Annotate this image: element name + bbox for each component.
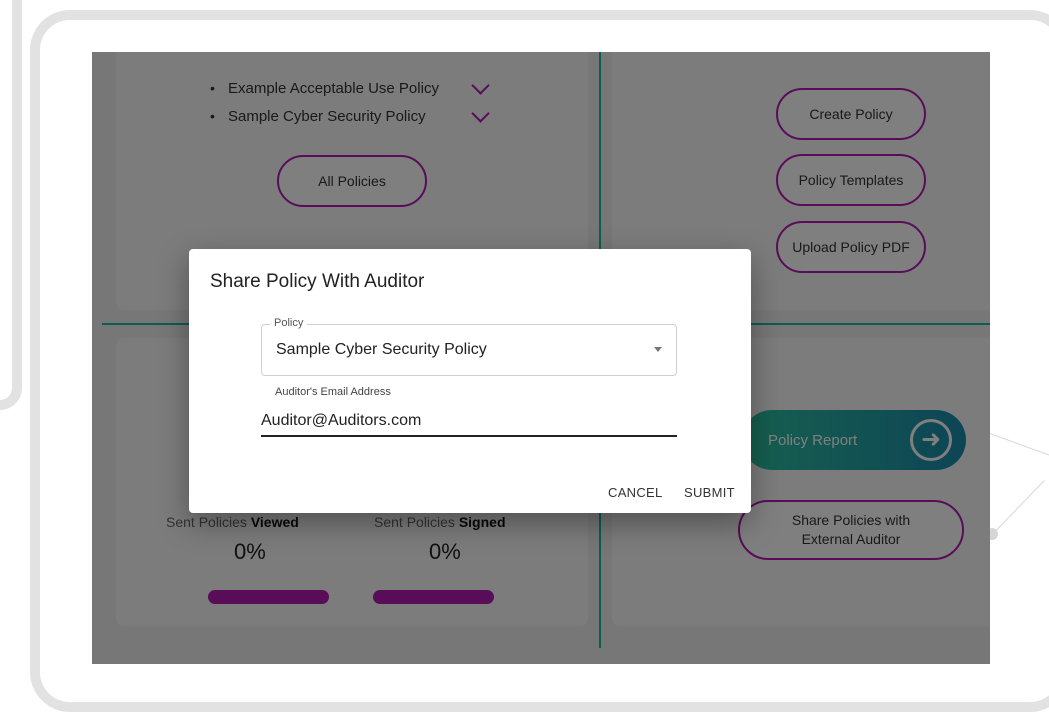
email-field-label: Auditor's Email Address bbox=[275, 386, 391, 398]
policy-select-value: Sample Cyber Security Policy bbox=[276, 341, 487, 358]
submit-button[interactable]: SUBMIT bbox=[684, 485, 735, 500]
policy-select[interactable]: Policy Sample Cyber Security Policy bbox=[261, 317, 677, 376]
policy-select-label: Policy bbox=[270, 317, 308, 329]
email-field[interactable] bbox=[261, 407, 677, 437]
caret-down-icon[interactable] bbox=[654, 347, 662, 352]
share-policy-dialog: Share Policy With Auditor Policy Sample … bbox=[189, 249, 751, 513]
app-screenshot: • Example Acceptable Use Policy • Sample… bbox=[92, 52, 990, 664]
cancel-button[interactable]: CANCEL bbox=[608, 485, 663, 500]
decorative-frame-fragment bbox=[0, 0, 22, 410]
dialog-title: Share Policy With Auditor bbox=[210, 271, 425, 292]
